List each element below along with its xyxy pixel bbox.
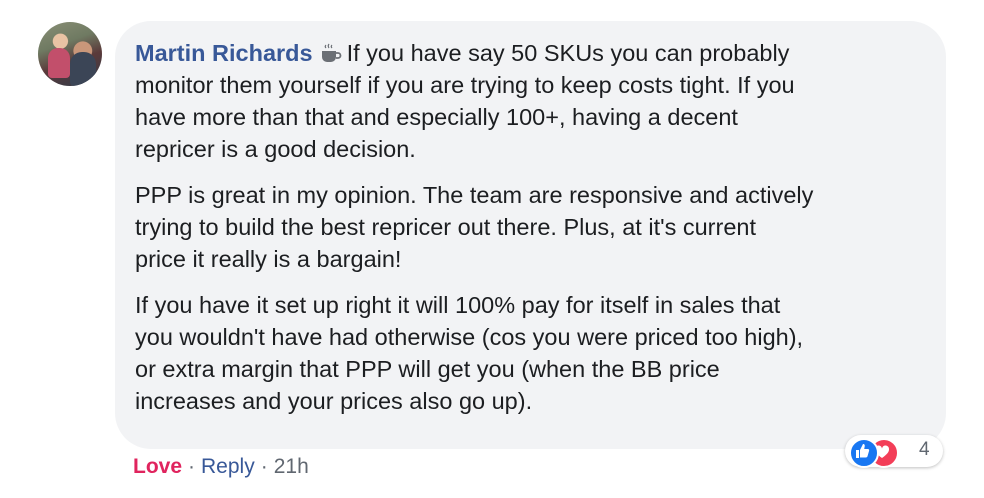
author-avatar[interactable]	[38, 22, 102, 86]
separator-dot: ·	[260, 455, 268, 478]
reply-link[interactable]: Reply	[201, 455, 255, 478]
love-reaction-link[interactable]: Love	[133, 455, 182, 478]
timestamp-link[interactable]: 21h	[274, 455, 309, 478]
comment-bubble: Martin Richards If you have say 50 SKUs …	[115, 21, 946, 449]
avatar-figure-adult	[70, 52, 96, 86]
reaction-count: 4	[919, 439, 930, 460]
coffee-cup-icon	[321, 43, 341, 62]
separator-dot: ·	[188, 455, 196, 478]
avatar-figure-child	[48, 48, 70, 78]
author-name-link[interactable]: Martin Richards	[135, 40, 313, 66]
comment-paragraph-1: Martin Richards If you have say 50 SKUs …	[135, 37, 926, 165]
comment-paragraph-2: PPP is great in my opinion. The team are…	[135, 182, 814, 272]
comment-paragraph-3: If you have it set up right it will 100%…	[135, 292, 804, 414]
reactions-summary[interactable]: 4	[845, 435, 943, 468]
like-icon	[849, 438, 879, 468]
comment-actions: Love · Reply · 21h	[133, 454, 309, 480]
